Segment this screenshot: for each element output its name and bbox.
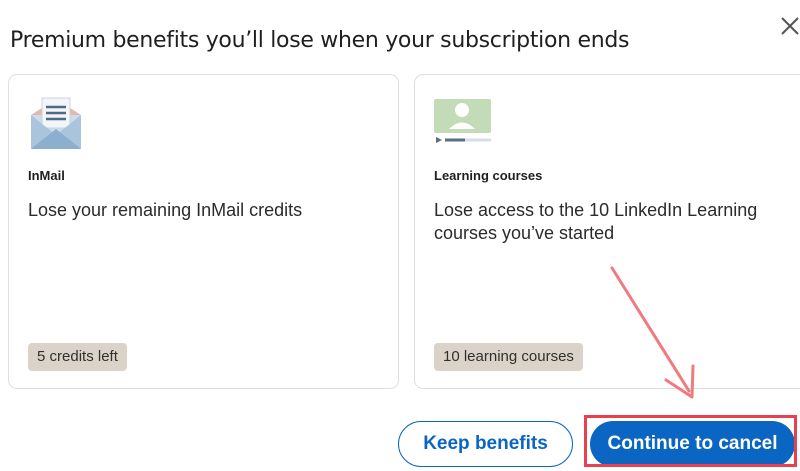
card-heading: InMail: [28, 168, 65, 183]
card-description: Lose access to the 10 LinkedIn Learning …: [434, 200, 758, 243]
keep-benefits-button[interactable]: Keep benefits: [398, 421, 573, 467]
status-badge: 10 learning courses: [434, 343, 583, 371]
benefit-card-learning: Learning courses Lose access to the 10 L…: [414, 74, 800, 389]
card-heading: Learning courses: [434, 168, 543, 183]
card-description: Lose your remaining InMail credits: [28, 200, 303, 220]
envelope-icon: [28, 95, 84, 158]
video-course-icon: [434, 95, 494, 152]
close-icon: [781, 17, 799, 35]
status-badge: 5 credits left: [28, 343, 127, 371]
continue-to-cancel-button[interactable]: Continue to cancel: [590, 421, 795, 467]
close-button[interactable]: [776, 10, 800, 40]
benefit-card-inmail: InMail Lose your remaining InMail credit…: [8, 74, 399, 389]
dialog-title: Premium benefits you’ll lose when your s…: [10, 27, 630, 53]
